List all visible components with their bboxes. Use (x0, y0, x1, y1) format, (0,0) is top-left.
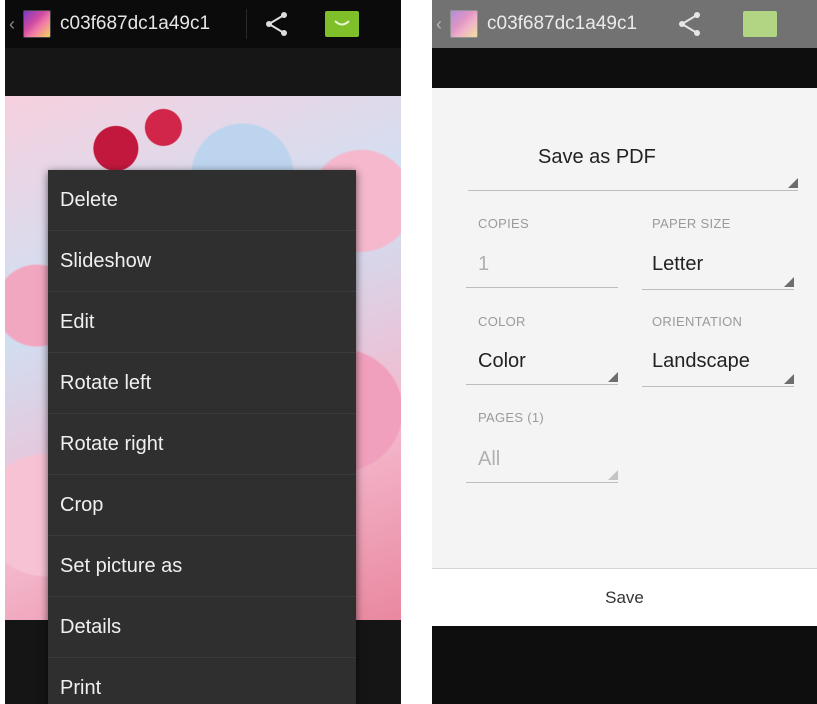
pages-value: All (478, 448, 501, 470)
menu-item-slideshow[interactable]: Slideshow (48, 230, 356, 291)
copies-field: 1 (466, 243, 618, 288)
gallery-screen: ‹ c03f687dc1a49c1 Delete Slideshow Edit … (5, 0, 401, 704)
share-button (665, 0, 715, 48)
app-thumbnail-icon[interactable] (23, 10, 51, 38)
printer-spinner[interactable]: Save as PDF (468, 128, 798, 191)
orientation-value: Landscape (652, 350, 750, 372)
menu-item-delete[interactable]: Delete (48, 170, 356, 230)
back-icon[interactable]: ‹ (9, 14, 19, 35)
image-title: c03f687dc1a49c1 (60, 13, 211, 34)
copies-value: 1 (478, 253, 490, 275)
menu-item-details[interactable]: Details (48, 596, 356, 657)
share-icon (679, 12, 700, 36)
back-icon: ‹ (436, 13, 442, 34)
bottom-bar (432, 626, 817, 704)
message-icon (743, 11, 777, 37)
action-bar: ‹ c03f687dc1a49c1 (5, 0, 401, 48)
color-spinner[interactable]: Color (466, 340, 618, 385)
toolbar-strip (5, 48, 401, 96)
menu-item-edit[interactable]: Edit (48, 291, 356, 352)
print-screen: ‹ c03f687dc1a49c1 Save as PDF COPIES 1 P… (432, 0, 817, 704)
paper-size-value: Letter (652, 253, 704, 275)
paper-size-label: PAPER SIZE (652, 216, 731, 231)
printer-destination: Save as PDF (538, 146, 656, 168)
overflow-menu: Delete Slideshow Edit Rotate left Rotate… (48, 170, 356, 704)
color-label: COLOR (478, 314, 526, 329)
message-button[interactable] (317, 0, 367, 48)
share-icon (266, 12, 287, 36)
message-icon (325, 11, 359, 37)
save-button[interactable]: Save (432, 568, 817, 627)
menu-item-rotate-left[interactable]: Rotate left (48, 352, 356, 413)
share-button[interactable] (247, 0, 307, 48)
dropdown-arrow-icon (608, 372, 618, 382)
print-options-dialog: Save as PDF COPIES 1 PAPER SIZE Letter C… (432, 88, 817, 568)
color-value: Color (478, 350, 526, 372)
menu-item-print[interactable]: Print (48, 657, 356, 704)
copies-label: COPIES (478, 216, 529, 231)
dropdown-arrow-icon (784, 277, 794, 287)
message-button (735, 0, 785, 48)
orientation-label: ORIENTATION (652, 314, 743, 329)
dropdown-arrow-icon (788, 178, 798, 188)
dropdown-arrow-icon (784, 374, 794, 384)
dropdown-arrow-icon (608, 470, 618, 480)
paper-size-spinner[interactable]: Letter (642, 243, 794, 290)
toolbar-strip (432, 48, 817, 88)
menu-item-set-picture-as[interactable]: Set picture as (48, 535, 356, 596)
orientation-spinner[interactable]: Landscape (642, 340, 794, 387)
menu-item-rotate-right[interactable]: Rotate right (48, 413, 356, 474)
action-bar-dimmed: ‹ c03f687dc1a49c1 (432, 0, 817, 48)
pages-spinner: All (466, 438, 618, 483)
app-thumbnail-icon (450, 10, 478, 38)
menu-item-crop[interactable]: Crop (48, 474, 356, 535)
image-title: c03f687dc1a49c1 (487, 13, 638, 34)
pages-label: PAGES (1) (478, 410, 545, 425)
